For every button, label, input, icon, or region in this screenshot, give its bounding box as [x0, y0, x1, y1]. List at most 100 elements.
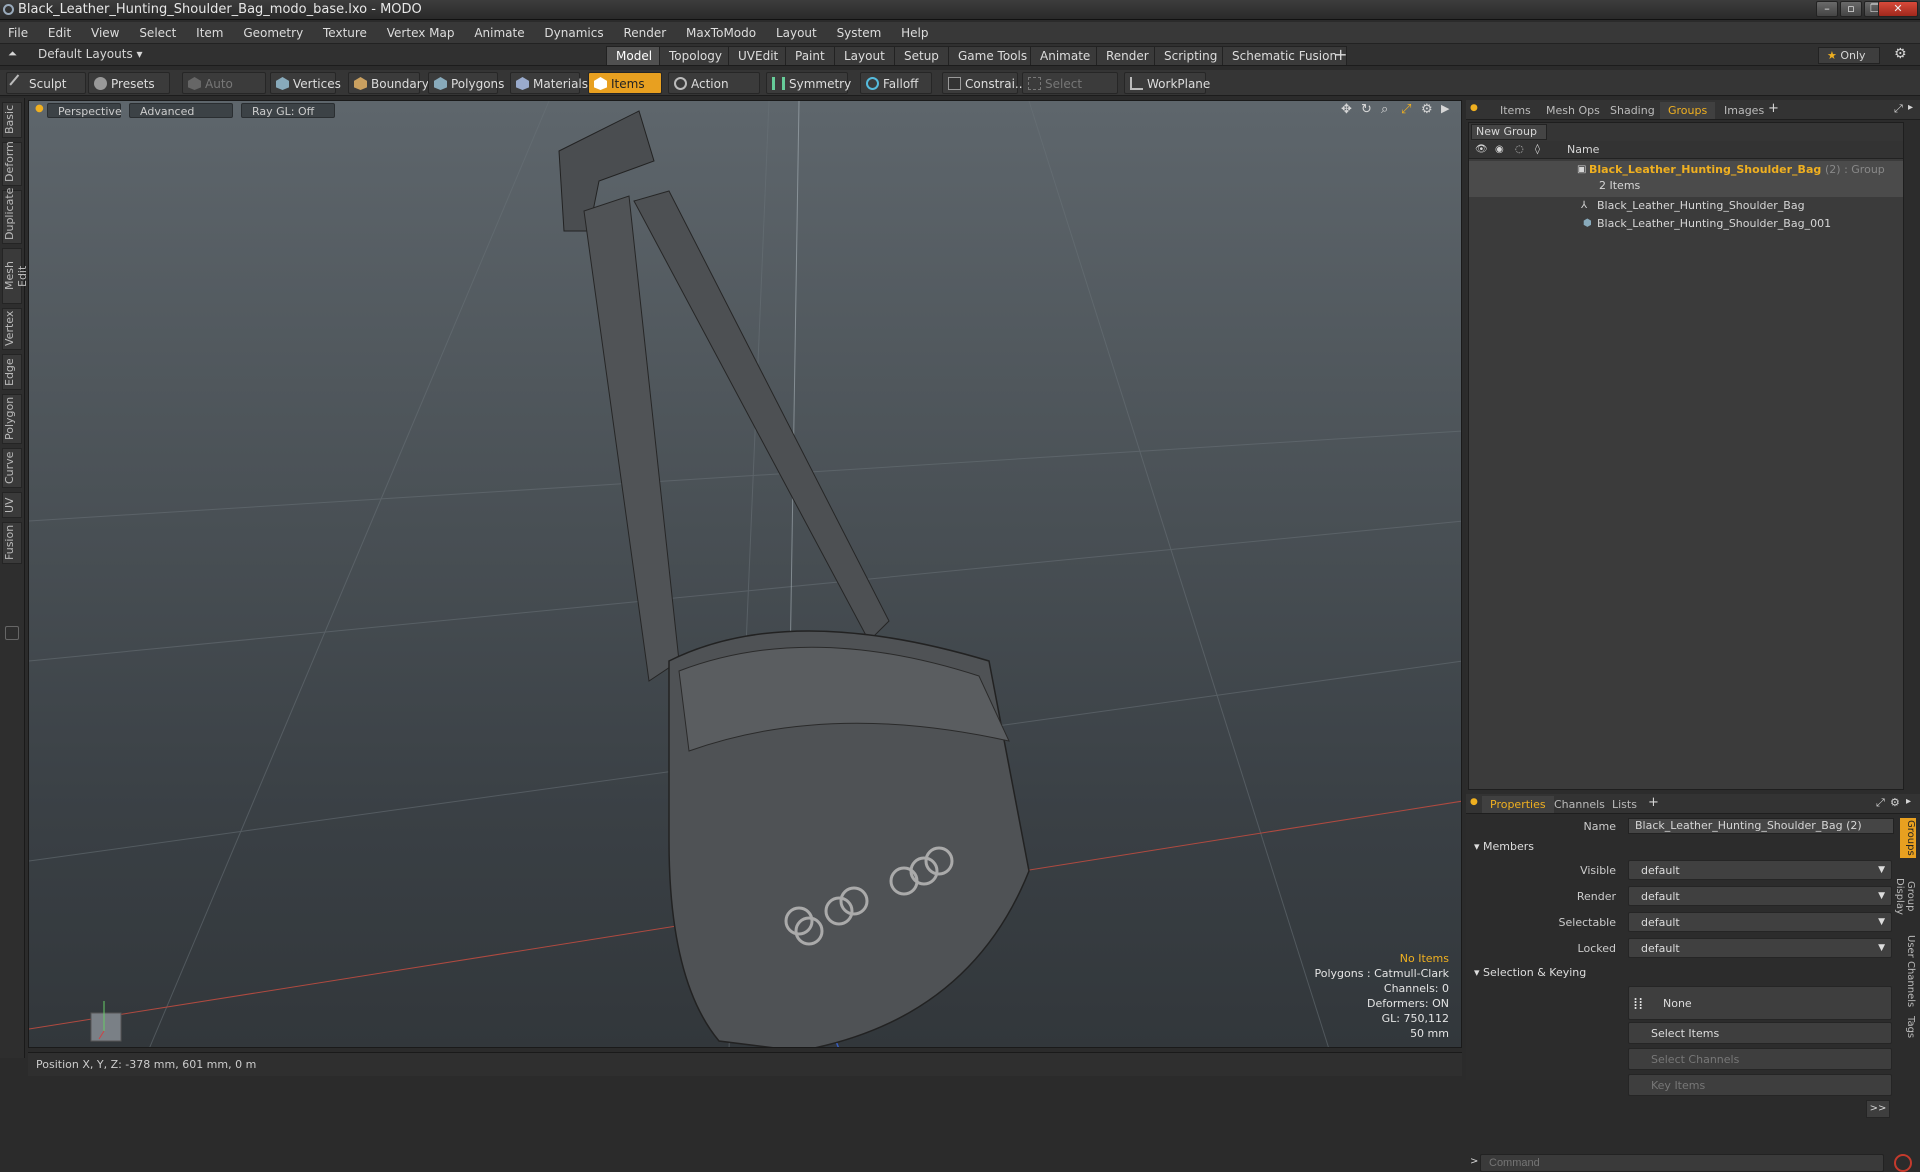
tab-layout[interactable]: Layout [834, 46, 895, 65]
select-channels-button[interactable]: Select Channels [1628, 1048, 1892, 1070]
zoom-view-icon[interactable]: ⌕ [1381, 102, 1388, 117]
tab-uvedit[interactable]: UVEdit [728, 46, 789, 65]
materials-button[interactable]: Materials [510, 72, 588, 94]
menu-vertex-map[interactable]: Vertex Map [379, 22, 463, 44]
left-tab-basic[interactable]: Basic [2, 102, 22, 138]
tab-setup[interactable]: Setup [894, 46, 949, 65]
boundary-button[interactable]: Boundary [348, 72, 429, 94]
tab-channels[interactable]: Channels [1546, 796, 1613, 813]
select-through-button[interactable]: Select Through [1022, 72, 1118, 113]
key-items-button[interactable]: Key Items [1628, 1074, 1892, 1096]
presets-button[interactable]: Presets [88, 72, 170, 94]
list-item[interactable]: ⬢ Black_Leather_Hunting_Shoulder_Bag_001 [1469, 215, 1903, 233]
visible-dropdown[interactable]: default ▼ [1628, 860, 1892, 880]
menu-item[interactable]: Item [188, 22, 231, 44]
left-tab-curve[interactable]: Curve [2, 448, 22, 488]
auto-select-button[interactable]: Auto Select [182, 72, 266, 113]
viewport-settings-icon[interactable]: ⚙ [1421, 102, 1433, 117]
panel-settings-icon[interactable]: ⚙ [1890, 796, 1900, 809]
layout-arrow-icon[interactable]: ⏶ [8, 47, 17, 61]
maximize-button[interactable]: ▫ [1840, 1, 1862, 17]
select-column-icon[interactable]: ◌ [1515, 141, 1524, 159]
minimize-button[interactable]: – [1816, 1, 1838, 17]
symmetry-button[interactable]: Symmetry [766, 72, 851, 94]
command-input[interactable] [1480, 1154, 1884, 1172]
left-tab-polygon[interactable]: Polygon [2, 394, 22, 444]
menu-maxtomodo[interactable]: MaxToModo [678, 22, 764, 44]
render-column-icon[interactable]: ◉ [1495, 141, 1504, 159]
left-tab-mesh-edit[interactable]: Mesh Edit [2, 248, 29, 304]
gear-icon[interactable]: ⚙ [1894, 46, 1907, 62]
render-dropdown[interactable]: default ▼ [1628, 886, 1892, 906]
list-item[interactable]: ⅄ Black_Leather_Hunting_Shoulder_Bag [1469, 197, 1903, 215]
items-button[interactable]: Items [588, 72, 662, 94]
side-tab-group-display[interactable]: Group Display [1894, 862, 1916, 930]
only-toggle[interactable]: ★ Only [1818, 47, 1880, 64]
side-tab-groups[interactable]: Groups [1900, 818, 1916, 858]
menu-select[interactable]: Select [131, 22, 184, 44]
default-layouts-dropdown[interactable]: Default Layouts ▾ [38, 47, 143, 61]
action-center-button[interactable]: Action Center [668, 72, 760, 113]
tab-properties[interactable]: Properties [1482, 796, 1554, 813]
menu-animate[interactable]: Animate [466, 22, 532, 44]
record-icon[interactable] [1894, 1154, 1912, 1172]
3d-viewport[interactable]: ● Perspective Advanced Ray GL: Off ✥ ↻ ⌕… [28, 100, 1462, 1048]
menu-render[interactable]: Render [615, 22, 674, 44]
left-panel-toggle[interactable] [5, 626, 19, 640]
locked-dropdown[interactable]: default ▼ [1628, 938, 1892, 958]
tab-schematic-fusion[interactable]: Schematic Fusion [1222, 46, 1348, 65]
shading-dropdown[interactable]: Advanced [129, 103, 233, 118]
close-button[interactable]: ✕ [1878, 1, 1918, 17]
left-tab-edge[interactable]: Edge [2, 354, 22, 390]
tab-images[interactable]: Images [1716, 102, 1772, 119]
sculpt-button[interactable]: Sculpt [6, 72, 86, 94]
tab-animate[interactable]: Animate [1030, 46, 1101, 65]
left-tab-uv[interactable]: UV [2, 492, 22, 518]
menu-edit[interactable]: Edit [40, 22, 79, 44]
workplane-button[interactable]: WorkPlane [1124, 72, 1210, 94]
visibility-column-icon[interactable]: 👁 [1475, 141, 1488, 159]
tab-items[interactable]: Items [1492, 102, 1539, 119]
new-group-button[interactable]: New Group [1471, 124, 1547, 140]
tab-scripting[interactable]: Scripting [1154, 46, 1228, 65]
tab-render[interactable]: Render [1096, 46, 1159, 65]
add-tab-icon[interactable]: + [1334, 45, 1347, 64]
side-tab-tags[interactable]: Tags [1900, 1012, 1916, 1042]
left-tab-vertex[interactable]: Vertex [2, 308, 22, 350]
left-tab-deform[interactable]: Deform [2, 141, 22, 186]
tab-shading[interactable]: Shading [1602, 102, 1663, 119]
group-row[interactable]: ▣ Black_Leather_Hunting_Shoulder_Bag (2)… [1469, 161, 1903, 197]
tab-lists[interactable]: Lists [1604, 796, 1645, 813]
panel-menu-icon[interactable]: ▸ [1906, 796, 1911, 807]
tab-mesh-ops[interactable]: Mesh Ops [1538, 102, 1608, 119]
panel-menu-icon[interactable]: ▸ [1908, 102, 1913, 113]
more-button[interactable]: >> [1866, 1100, 1890, 1118]
menu-view[interactable]: View [83, 22, 127, 44]
shoulder-bag-model[interactable] [558, 110, 1030, 1048]
left-tab-duplicate[interactable]: Duplicate [2, 188, 22, 244]
tab-groups[interactable]: Groups [1660, 102, 1716, 119]
menu-file[interactable]: File [0, 22, 36, 44]
selection-keying-section[interactable]: ▾ Selection & Keying [1474, 966, 1586, 979]
menu-geometry[interactable]: Geometry [235, 22, 311, 44]
tab-topology[interactable]: Topology [659, 46, 732, 65]
falloff-button[interactable]: Falloff [860, 72, 932, 94]
side-tab-user-channels[interactable]: User Channels [1900, 934, 1916, 1008]
menu-system[interactable]: System [829, 22, 890, 44]
panel-maximize-icon[interactable]: ⤢ [1876, 796, 1885, 810]
selectable-dropdown[interactable]: default ▼ [1628, 912, 1892, 932]
panel-maximize-icon[interactable]: ⤢ [1894, 102, 1903, 116]
add-panel-tab-icon[interactable]: + [1648, 795, 1659, 810]
vertices-button[interactable]: Vertices [270, 72, 341, 94]
viewport-expand-icon[interactable]: ▶ [1441, 102, 1449, 115]
menu-layout[interactable]: Layout [768, 22, 825, 44]
select-items-button[interactable]: Select Items [1628, 1022, 1892, 1044]
members-section[interactable]: ▾ Members [1474, 840, 1534, 853]
menu-texture[interactable]: Texture [315, 22, 375, 44]
move-view-icon[interactable]: ✥ [1341, 102, 1352, 117]
menu-help[interactable]: Help [893, 22, 936, 44]
left-tab-fusion[interactable]: Fusion [2, 522, 22, 564]
group-list[interactable]: New Group 👁 ◉ ◌ ◊ Name ▣ Black_Leather_H… [1468, 122, 1904, 790]
tab-model[interactable]: Model [606, 46, 663, 65]
view-mode-dropdown[interactable]: Perspective [47, 103, 122, 118]
